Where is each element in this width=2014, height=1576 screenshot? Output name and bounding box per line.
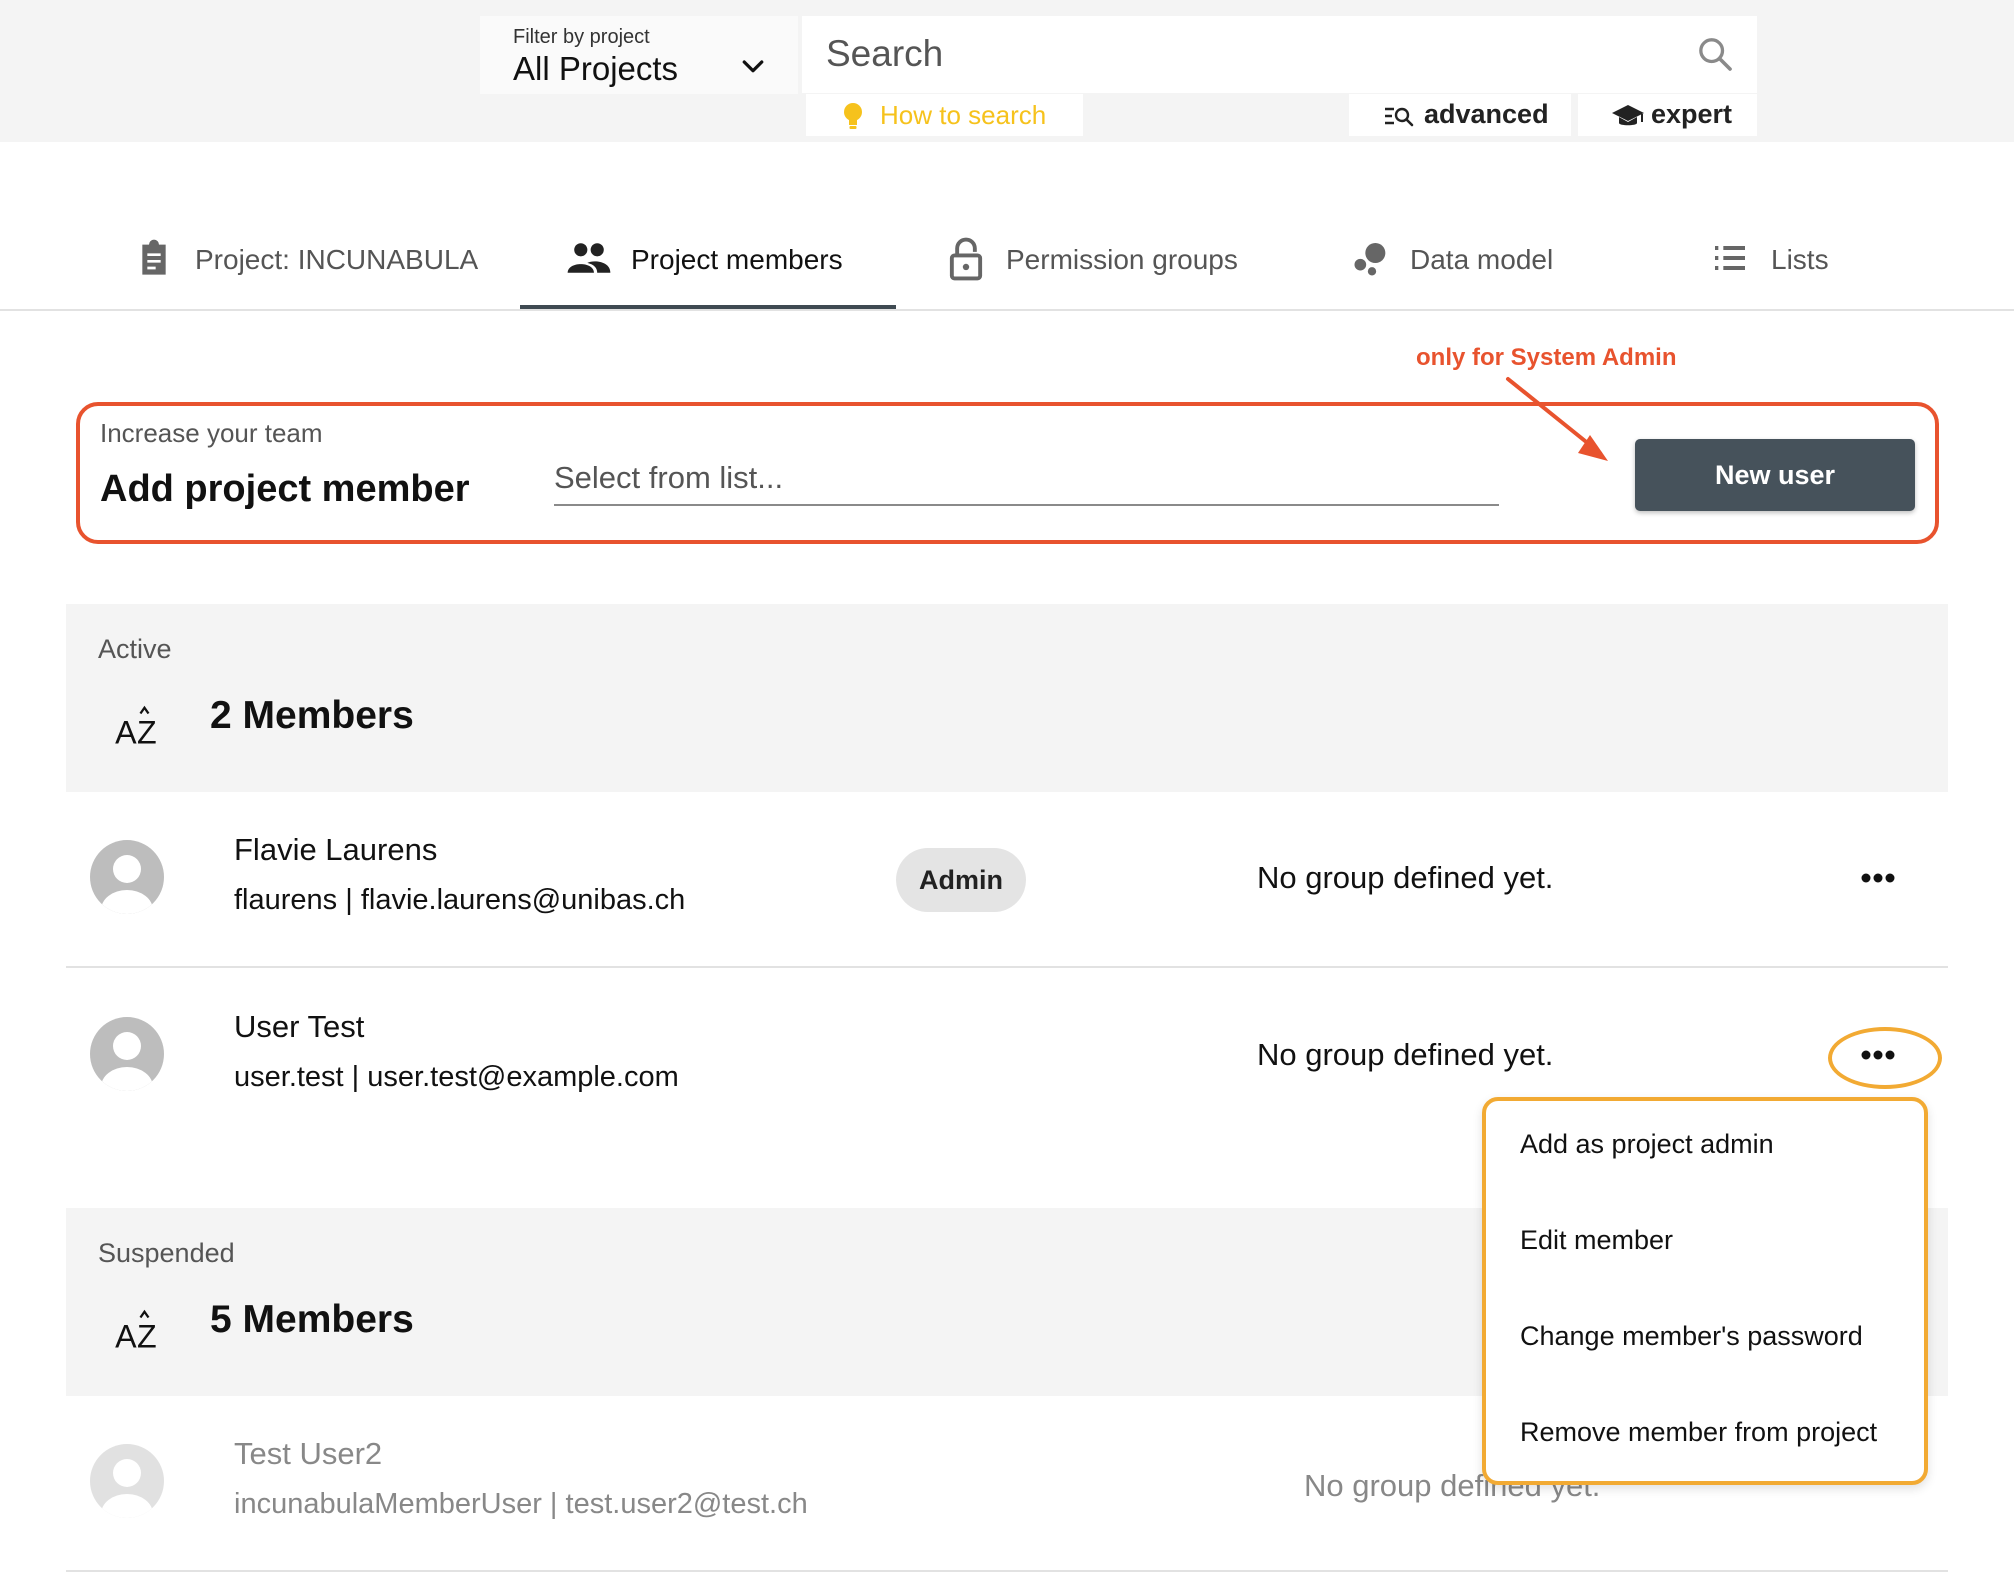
member-details: incunabulaMemberUser | test.user2@test.c… [234,1488,808,1520]
member-groups: No group defined yet. [1257,1037,1554,1072]
top-search-bar: Filter by project All Projects How to se… [0,0,2014,142]
member-name: Test User2 [234,1436,383,1471]
member-details: user.test | user.test@example.com [234,1061,679,1093]
tab-label: Lists [1771,244,1829,275]
advanced-label: advanced [1424,99,1549,129]
expert-search-button[interactable]: expert [1578,94,1757,136]
tab-label: Permission groups [1006,244,1238,275]
chevron-down-icon [742,60,764,73]
member-details: flaurens | flavie.laurens@unibas.ch [234,884,686,916]
member-name: Flavie Laurens [234,832,438,867]
advanced-search-icon [1385,107,1414,127]
more-options-highlight [1828,1027,1942,1089]
list-icon [1715,246,1745,270]
expert-label: expert [1651,99,1733,129]
annotation-label: only for System Admin [1416,344,1677,371]
search-box [802,16,1757,93]
how-to-search-link[interactable]: How to search [806,94,1083,136]
filter-value: All Projects [513,50,679,87]
project-tabs: Project: INCUNABULA Project members Perm… [0,218,2014,311]
member-select-input[interactable]: Select from list... [554,454,1499,506]
search-icon[interactable] [1695,34,1735,74]
add-member-title: Add project member [100,468,470,510]
svg-text:Z: Z [137,714,157,748]
avatar-icon [90,1444,164,1518]
svg-text:Z: Z [137,1318,157,1352]
active-members-header: Active A Z 2 Members [66,604,1948,792]
tab-project-members[interactable]: Project members [566,218,886,311]
member-count: 5 Members [210,1298,414,1341]
how-to-search-label: How to search [880,100,1047,130]
tab-permission-groups[interactable]: Permission groups [948,218,1248,311]
avatar-icon [90,1017,164,1091]
clipboard-icon [142,239,166,275]
tab-label: Project: INCUNABULA [195,244,479,275]
more-options-icon[interactable] [1850,858,1906,898]
member-row: Flavie Laurens flaurens | flavie.laurens… [66,792,1948,968]
member-name: User Test [234,1009,365,1044]
menu-item-add-admin[interactable]: Add as project admin [1520,1129,1774,1160]
svg-text:A: A [115,714,137,748]
add-member-caption: Increase your team [100,418,323,448]
sort-alpha-icon[interactable]: A Z [114,1306,160,1352]
tab-label: Data model [1410,244,1554,275]
lightbulb-icon [844,103,862,129]
tab-label: Project members [631,244,843,275]
new-user-button[interactable]: New user [1635,439,1915,511]
section-caption: Suspended [98,1238,235,1268]
member-count: 2 Members [210,694,414,737]
bubbles-icon [1354,243,1386,276]
project-filter-select[interactable]: Filter by project All Projects [480,16,798,94]
group-icon [567,243,611,273]
tab-project[interactable]: Project: INCUNABULA [134,218,494,311]
avatar-icon [90,840,164,914]
menu-item-edit-member[interactable]: Edit member [1520,1225,1673,1256]
sort-alpha-icon[interactable]: A Z [114,702,160,748]
member-select-placeholder: Select from list... [554,460,784,495]
member-context-menu: Add as project admin Edit member Change … [1482,1097,1928,1485]
tab-lists[interactable]: Lists [1710,218,1860,311]
svg-text:A: A [115,1318,137,1352]
advanced-search-button[interactable]: advanced [1349,94,1571,136]
search-input[interactable] [826,26,1666,82]
menu-item-change-password[interactable]: Change member's password [1520,1321,1863,1352]
lock-icon [949,237,983,281]
graduation-cap-icon [1612,105,1644,126]
section-caption: Active [98,634,172,664]
menu-item-remove-member[interactable]: Remove member from project [1520,1417,1877,1448]
active-tab-indicator [520,305,896,309]
tab-data-model[interactable]: Data model [1352,218,1572,311]
member-groups: No group defined yet. [1257,860,1554,895]
admin-badge: Admin [896,848,1026,912]
add-member-panel: Increase your team Add project member Se… [76,402,1939,544]
filter-caption: Filter by project [513,26,650,48]
